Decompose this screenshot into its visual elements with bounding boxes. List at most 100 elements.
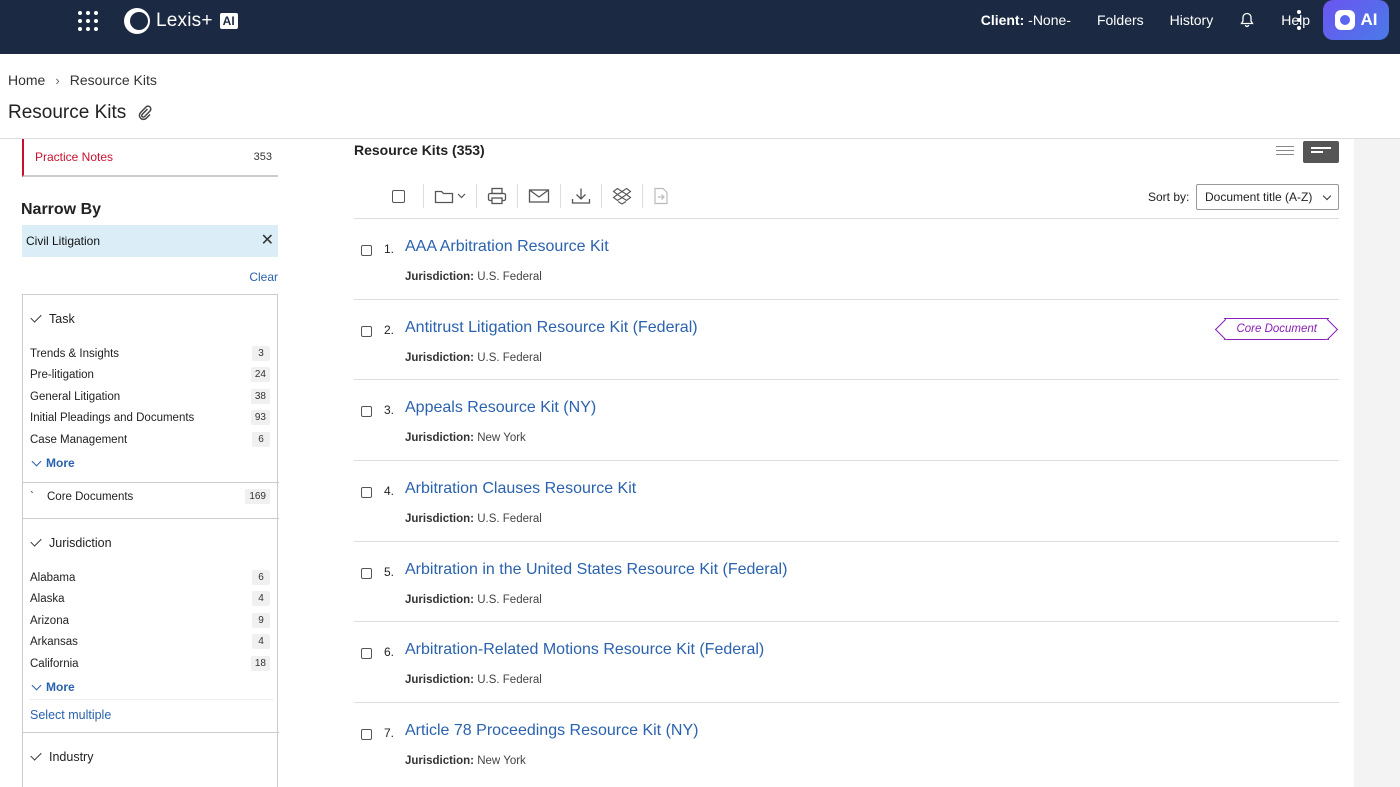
facet-divider — [23, 482, 279, 483]
result-checkbox[interactable] — [361, 487, 372, 499]
result-jurisdiction: Jurisdiction: U.S. Federal — [405, 271, 542, 283]
facet-item-label: Trends & Insights — [30, 347, 120, 360]
folders-link[interactable]: Folders — [1097, 12, 1144, 28]
result-jurisdiction: Jurisdiction: New York — [405, 432, 526, 444]
facet-item[interactable]: Arkansas 4 — [30, 634, 270, 649]
send-to-button[interactable] — [643, 184, 679, 208]
jurisdiction-label: Jurisdiction: — [405, 593, 475, 606]
facet-divider — [23, 732, 279, 733]
jurisdiction-value: U.S. Federal — [477, 271, 542, 283]
client-selector[interactable]: Client: -None- — [981, 12, 1071, 28]
core-documents-count: 169 — [245, 489, 270, 504]
facet-item-count: 6 — [252, 570, 270, 585]
result-number: 1. — [384, 242, 395, 256]
result-item: 5. Arbitration in the United States Reso… — [354, 540, 1339, 622]
facet-item-label: Pre-litigation — [30, 368, 94, 381]
facet-item-label: California — [30, 657, 79, 670]
clear-filters-link[interactable]: Clear — [249, 270, 278, 284]
folder-icon — [434, 190, 466, 204]
facet-item[interactable]: California 18 — [30, 656, 270, 671]
result-title-link[interactable]: Article 78 Proceedings Resource Kit (NY) — [405, 722, 698, 740]
facet-item[interactable]: Pre-litigation 24 — [30, 367, 270, 382]
page-title: Resource Kits — [8, 102, 152, 124]
ai-chat-icon — [1334, 10, 1355, 30]
result-checkbox[interactable] — [361, 729, 372, 741]
select-all-checkbox[interactable] — [354, 184, 424, 208]
page-title-text: Resource Kits — [8, 102, 127, 123]
facet-item[interactable]: Case Management 6 — [30, 432, 270, 447]
facet-item[interactable]: Arizona 9 — [30, 613, 270, 628]
facet-item[interactable]: Initial Pleadings and Documents 93 — [30, 410, 270, 425]
remove-filter-close-icon[interactable]: ✕ — [261, 233, 274, 249]
email-button[interactable] — [518, 184, 561, 208]
paperclip-icon[interactable] — [138, 105, 152, 121]
dropbox-button[interactable] — [602, 184, 643, 208]
breadcrumb: Home › Resource Kits — [8, 72, 157, 88]
export-document-icon — [654, 187, 668, 205]
practice-notes-label: Practice Notes — [35, 150, 114, 164]
content-type-practice-notes[interactable]: Practice Notes 353 — [22, 139, 278, 177]
facet-industry-toggle[interactable]: Industry — [30, 748, 94, 764]
facet-industry-label: Industry — [49, 750, 94, 764]
ai-assistant-button[interactable]: AI — [1323, 0, 1389, 40]
result-jurisdiction: Jurisdiction: U.S. Federal — [405, 352, 542, 364]
dropbox-icon — [612, 187, 632, 205]
result-item: 1. AAA Arbitration Resource Kit Jurisdic… — [354, 218, 1339, 299]
bell-icon[interactable] — [1239, 12, 1255, 28]
result-number: 7. — [384, 726, 395, 741]
jurisdiction-more-label: More — [46, 680, 75, 694]
result-title-link[interactable]: Arbitration-Related Motions Resource Kit… — [405, 641, 764, 659]
list-view-icon[interactable] — [1276, 146, 1294, 158]
facet-item-count: 93 — [250, 410, 270, 425]
history-link[interactable]: History — [1170, 12, 1214, 28]
facet-jurisdiction-toggle[interactable]: Jurisdiction — [30, 534, 112, 550]
facet-item[interactable]: Alaska 4 — [30, 591, 270, 606]
ai-button-label: AI — [1360, 10, 1378, 29]
client-value: -None- — [1028, 12, 1071, 28]
jurisdiction-value: U.S. Federal — [477, 674, 542, 687]
task-more-label: More — [46, 456, 75, 470]
core-documents-filter[interactable]: ˋ Core Documents 169 — [30, 489, 270, 504]
result-number: 3. — [384, 403, 395, 418]
jurisdiction-value: U.S. Federal — [477, 593, 542, 606]
result-title-link[interactable]: Antitrust Litigation Resource Kit (Feder… — [405, 319, 698, 337]
select-multiple-link[interactable]: Select multiple — [30, 708, 111, 722]
result-checkbox[interactable] — [361, 245, 372, 256]
facet-item[interactable]: General Litigation 38 — [30, 389, 270, 404]
lexis-logo[interactable]: Lexis+ AI — [124, 8, 238, 34]
result-title-link[interactable]: Arbitration in the United States Resourc… — [405, 561, 787, 579]
more-options-icon[interactable] — [1296, 10, 1302, 30]
download-button[interactable] — [561, 184, 602, 208]
task-more-link[interactable]: More — [31, 456, 75, 470]
result-checkbox[interactable] — [361, 406, 372, 418]
breadcrumb-home[interactable]: Home — [8, 72, 45, 88]
breadcrumb-current: Resource Kits — [69, 72, 157, 88]
sort-by-dropdown[interactable]: Document title (A-Z) — [1196, 184, 1339, 210]
print-button[interactable] — [477, 184, 518, 208]
app-grid-icon[interactable] — [78, 11, 98, 31]
active-filter-label: Civil Litigation — [26, 234, 101, 248]
facet-task-toggle[interactable]: Task — [30, 310, 75, 326]
jurisdiction-label: Jurisdiction: — [405, 513, 475, 526]
results-list: 1. AAA Arbitration Resource Kit Jurisdic… — [354, 218, 1339, 783]
detail-view-icon[interactable] — [1303, 141, 1339, 163]
facet-item-label: General Litigation — [30, 390, 121, 403]
jurisdiction-value: New York — [477, 432, 526, 445]
result-jurisdiction: Jurisdiction: U.S. Federal — [405, 594, 542, 606]
result-item: 7. Article 78 Proceedings Resource Kit (… — [354, 702, 1339, 783]
result-title-link[interactable]: Appeals Resource Kit (NY) — [405, 399, 596, 417]
result-checkbox[interactable] — [361, 567, 372, 579]
result-title-link[interactable]: AAA Arbitration Resource Kit — [405, 238, 609, 256]
result-checkbox[interactable] — [361, 325, 372, 337]
active-filter-chip: Civil Litigation ✕ — [22, 225, 278, 257]
result-title-link[interactable]: Arbitration Clauses Resource Kit — [405, 480, 636, 498]
chevron-down-icon — [30, 748, 42, 761]
page-scrollbar-track[interactable] — [1354, 139, 1400, 787]
facet-item[interactable]: Trends & Insights 3 — [30, 346, 270, 361]
facet-jurisdiction-label: Jurisdiction — [49, 536, 112, 550]
facet-item[interactable]: Alabama 6 — [30, 570, 270, 585]
add-to-folder-button[interactable] — [424, 184, 477, 208]
facet-item-count: 6 — [252, 432, 270, 447]
result-checkbox[interactable] — [361, 648, 372, 660]
jurisdiction-more-link[interactable]: More — [31, 680, 75, 694]
